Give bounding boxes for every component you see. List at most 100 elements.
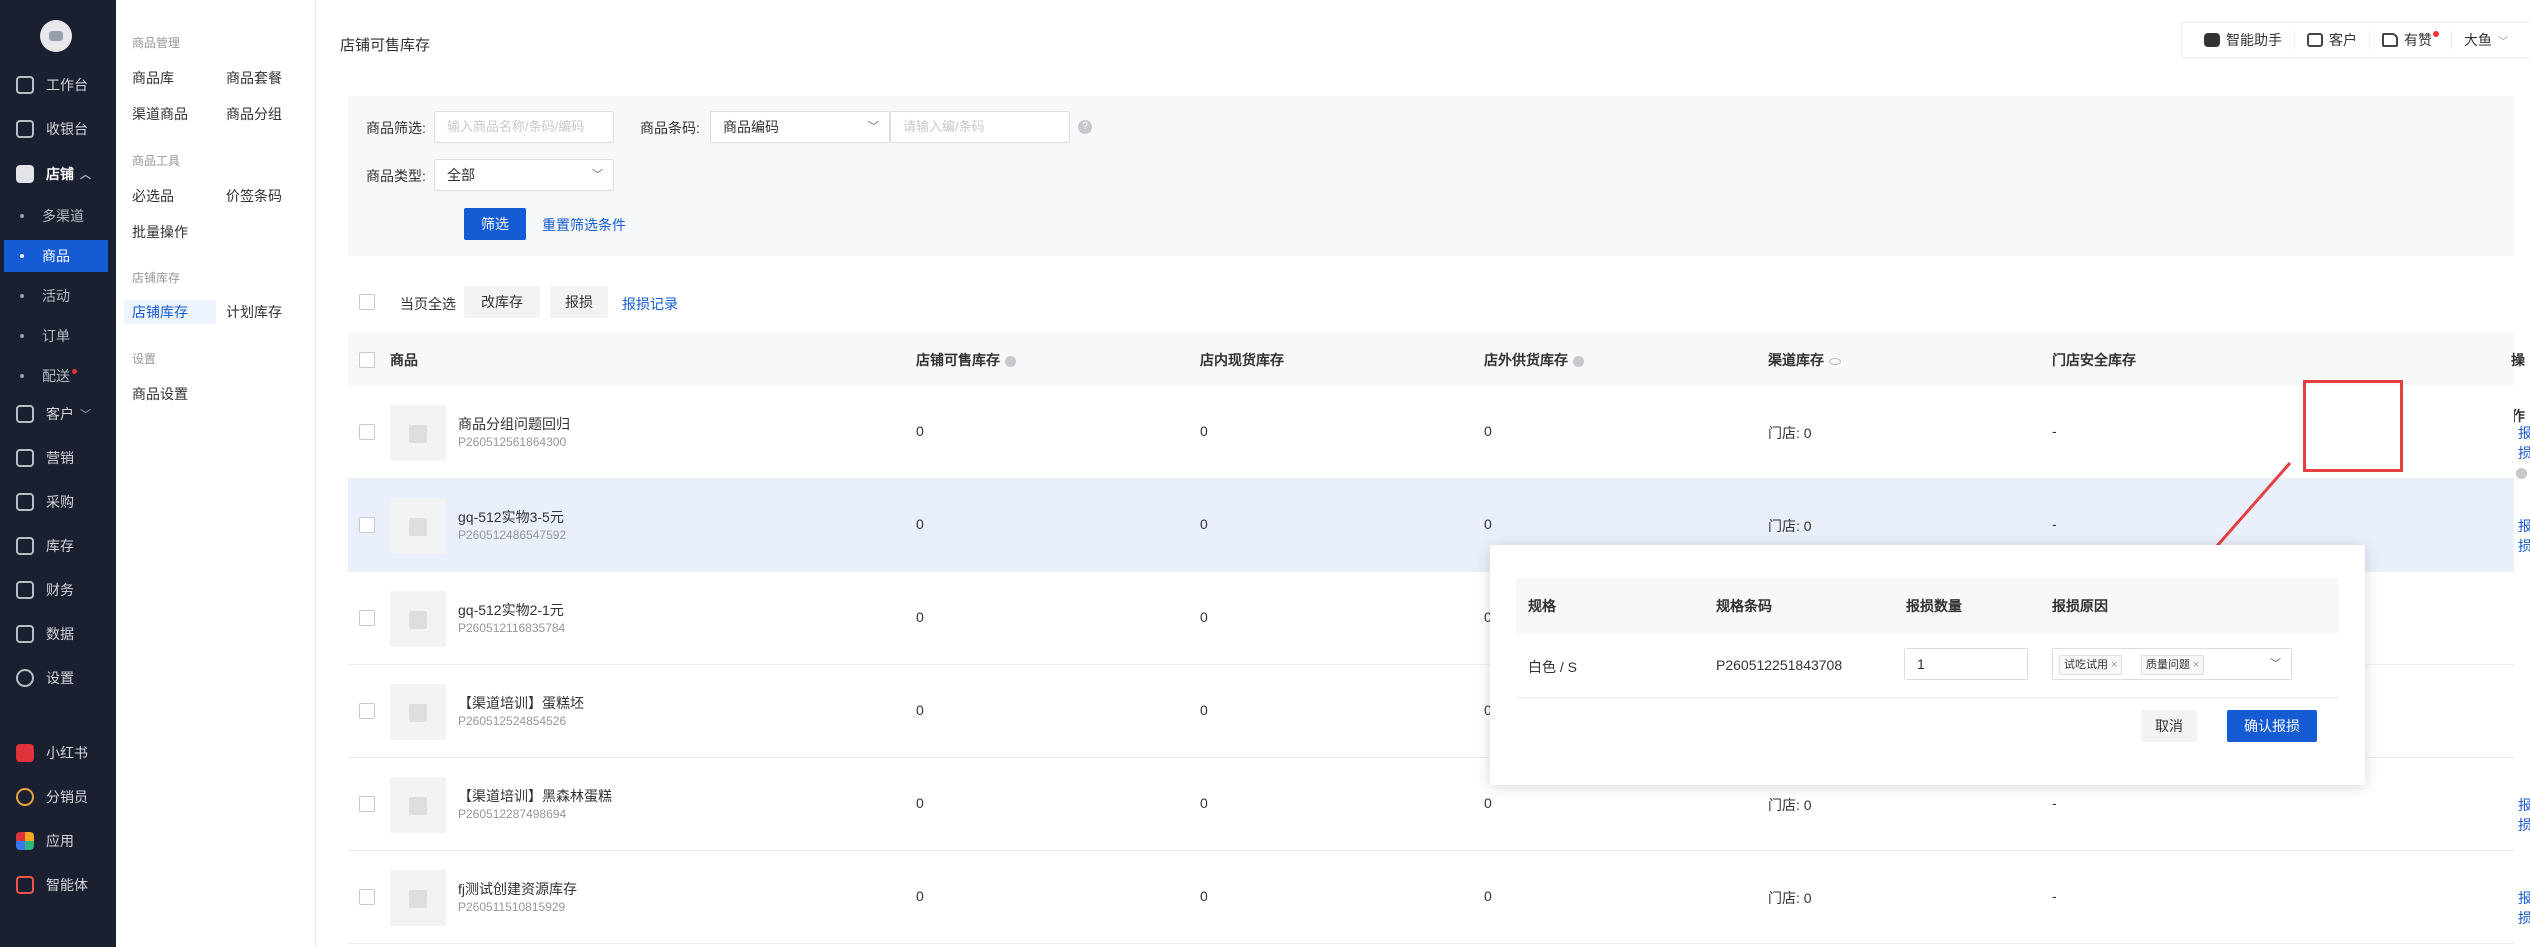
- nav-item-label: 收银台: [46, 121, 88, 137]
- nav2-link-goods-bundle[interactable]: 商品套餐: [226, 66, 282, 90]
- nav-item-marketing[interactable]: 营销: [4, 441, 108, 475]
- product-name[interactable]: fj测试创建资源库存: [458, 879, 577, 899]
- nav-item-label: 设置: [46, 670, 74, 686]
- nav-item-settings[interactable]: 设置: [4, 661, 108, 695]
- product-name[interactable]: 【渠道培训】黑森林蛋糕: [458, 786, 612, 806]
- marketing-icon: [16, 449, 34, 467]
- customer-service-button[interactable]: 客户: [2294, 31, 2369, 49]
- report-loss-link[interactable]: 报损: [2518, 516, 2530, 556]
- confirm-loss-button[interactable]: 确认报损: [2227, 710, 2317, 742]
- spec-value: 白色 / S: [1528, 659, 1578, 675]
- nav2-link-goods-library[interactable]: 商品库: [132, 66, 174, 90]
- select-all-checkbox[interactable]: [359, 294, 375, 310]
- nav2-link-goods-settings[interactable]: 商品设置: [132, 382, 188, 406]
- table-row: fj测试创建资源库存 P260511510815929 0 0 0 门店: 0 …: [348, 851, 2530, 944]
- nav2-link-plan-inventory[interactable]: 计划库存: [226, 300, 282, 324]
- nav-app-distributor[interactable]: 分销员: [4, 780, 108, 814]
- notification-dot: [72, 368, 77, 374]
- row-checkbox[interactable]: [359, 517, 375, 533]
- nav-item-label: 小红书: [46, 745, 88, 761]
- store-avatar[interactable]: [40, 20, 72, 52]
- row-checkbox[interactable]: [359, 424, 375, 440]
- product-name[interactable]: gq-512实物3-5元: [458, 507, 564, 527]
- nav-item-customer[interactable]: 客户 ﹀: [4, 397, 108, 431]
- nav-sub-delivery[interactable]: 配送: [4, 360, 108, 392]
- goods-filter-input[interactable]: 输入商品名称/条码/编码: [434, 111, 614, 143]
- close-icon[interactable]: ×: [2111, 659, 2117, 671]
- safety-stock: -: [2052, 888, 2057, 904]
- column-header: 店外供货库存: [1484, 332, 1584, 388]
- instore-stock: 0: [1200, 795, 1208, 811]
- nav2-link-batch[interactable]: 批量操作: [132, 220, 188, 244]
- help-icon[interactable]: [1005, 355, 1016, 367]
- nav-sub-activity[interactable]: 活动: [4, 280, 108, 312]
- row-checkbox[interactable]: [359, 889, 375, 905]
- cancel-button[interactable]: 取消: [2141, 710, 2197, 742]
- loss-record-link[interactable]: 报损记录: [622, 294, 678, 314]
- filter-button[interactable]: 筛选: [464, 208, 526, 240]
- report-loss-link[interactable]: 报损: [2518, 795, 2530, 835]
- youzan-button[interactable]: 有赞: [2369, 31, 2451, 49]
- loss-quantity-input[interactable]: 1: [1904, 648, 2028, 680]
- help-icon[interactable]: ?: [1078, 120, 1092, 134]
- tool-label: 客户: [2329, 32, 2357, 48]
- goods-type-select[interactable]: 全部 ﹀: [434, 159, 614, 191]
- nav2-link-store-inventory[interactable]: 店铺库存: [124, 300, 216, 324]
- header-checkbox[interactable]: [359, 352, 375, 368]
- modify-stock-button[interactable]: 改库存: [464, 286, 540, 318]
- loss-reason-select[interactable]: 试吃试用 × 质量问题 × ﹀: [2052, 648, 2292, 680]
- nav-app-apps[interactable]: 应用: [4, 824, 108, 858]
- nav-sub-orders[interactable]: 订单: [4, 320, 108, 352]
- nav-app-xiaohongshu[interactable]: 小红书: [4, 736, 108, 770]
- code-type-select[interactable]: 商品编码 ﹀: [710, 111, 890, 143]
- row-checkbox[interactable]: [359, 703, 375, 719]
- nav2-link-required[interactable]: 必选品: [132, 184, 174, 208]
- row-checkbox[interactable]: [359, 796, 375, 812]
- close-icon[interactable]: ×: [2193, 659, 2199, 671]
- row-checkbox[interactable]: [359, 610, 375, 626]
- help-icon[interactable]: [2516, 467, 2527, 479]
- report-loss-batch-button[interactable]: 报损: [550, 286, 608, 318]
- nav2-link-price-tag[interactable]: 价签条码: [226, 184, 282, 208]
- product-image: [390, 684, 446, 740]
- help-icon[interactable]: [1573, 355, 1584, 367]
- secondary-sidebar: 商品管理 商品库 商品套餐 渠道商品 商品分组 商品工具 必选品 价签条码 批量…: [116, 0, 316, 947]
- reset-filters-link[interactable]: 重置筛选条件: [542, 215, 626, 235]
- cashier-icon: [16, 120, 34, 138]
- report-loss-link[interactable]: 报损: [2518, 888, 2530, 928]
- filter-panel: 商品筛选: 输入商品名称/条码/编码 商品条码: 商品编码 ﹀ 请输入编/条码 ?…: [348, 96, 2514, 256]
- nav2-link-goods-group[interactable]: 商品分组: [226, 102, 282, 126]
- nav-item-workbench[interactable]: 工作台: [4, 68, 108, 102]
- code-input[interactable]: 请输入编/条码: [890, 111, 1070, 143]
- distributor-icon: [16, 788, 34, 806]
- nav-app-agent[interactable]: 智能体: [4, 868, 108, 902]
- nav-item-store[interactable]: 店铺 ︿: [4, 157, 108, 191]
- report-loss-link[interactable]: 报损: [2518, 423, 2530, 463]
- user-menu[interactable]: 大鱼 ﹀: [2451, 31, 2520, 49]
- nav2-link-channel-goods[interactable]: 渠道商品: [132, 102, 188, 126]
- product-name[interactable]: 商品分组问题回归: [458, 414, 570, 434]
- nav-sub-goods[interactable]: 商品: [4, 240, 108, 272]
- sellable-stock: 0: [916, 609, 924, 625]
- instore-stock: 0: [1200, 516, 1208, 532]
- product-name[interactable]: gq-512实物2-1元: [458, 600, 564, 620]
- chevron-down-icon: ﹀: [2270, 658, 2281, 670]
- highlight-box: [2303, 380, 2403, 472]
- product-image: [390, 405, 446, 461]
- nav-item-inventory[interactable]: 库存: [4, 529, 108, 563]
- ai-assistant-button[interactable]: 智能助手: [2192, 31, 2294, 49]
- code-type-value: 商品编码: [723, 119, 779, 135]
- nav-item-finance[interactable]: 财务: [4, 573, 108, 607]
- nav-sub-multichannel[interactable]: 多渠道: [4, 200, 108, 232]
- nav-item-purchase[interactable]: 采购: [4, 485, 108, 519]
- product-name[interactable]: 【渠道培训】蛋糕坯: [458, 693, 584, 713]
- channel-stock: 门店: 0: [1768, 797, 1812, 813]
- sellable-stock: 0: [916, 702, 924, 718]
- nav-item-data[interactable]: 数据: [4, 617, 108, 651]
- product-code: P260512524854526: [458, 714, 567, 728]
- nav-item-label: 营销: [46, 450, 74, 466]
- eye-icon[interactable]: [1829, 357, 1841, 365]
- nav-item-cashier[interactable]: 收银台: [4, 112, 108, 146]
- nav-item-label: 店铺: [46, 166, 74, 182]
- column-header: 店铺可售库存: [916, 332, 1016, 388]
